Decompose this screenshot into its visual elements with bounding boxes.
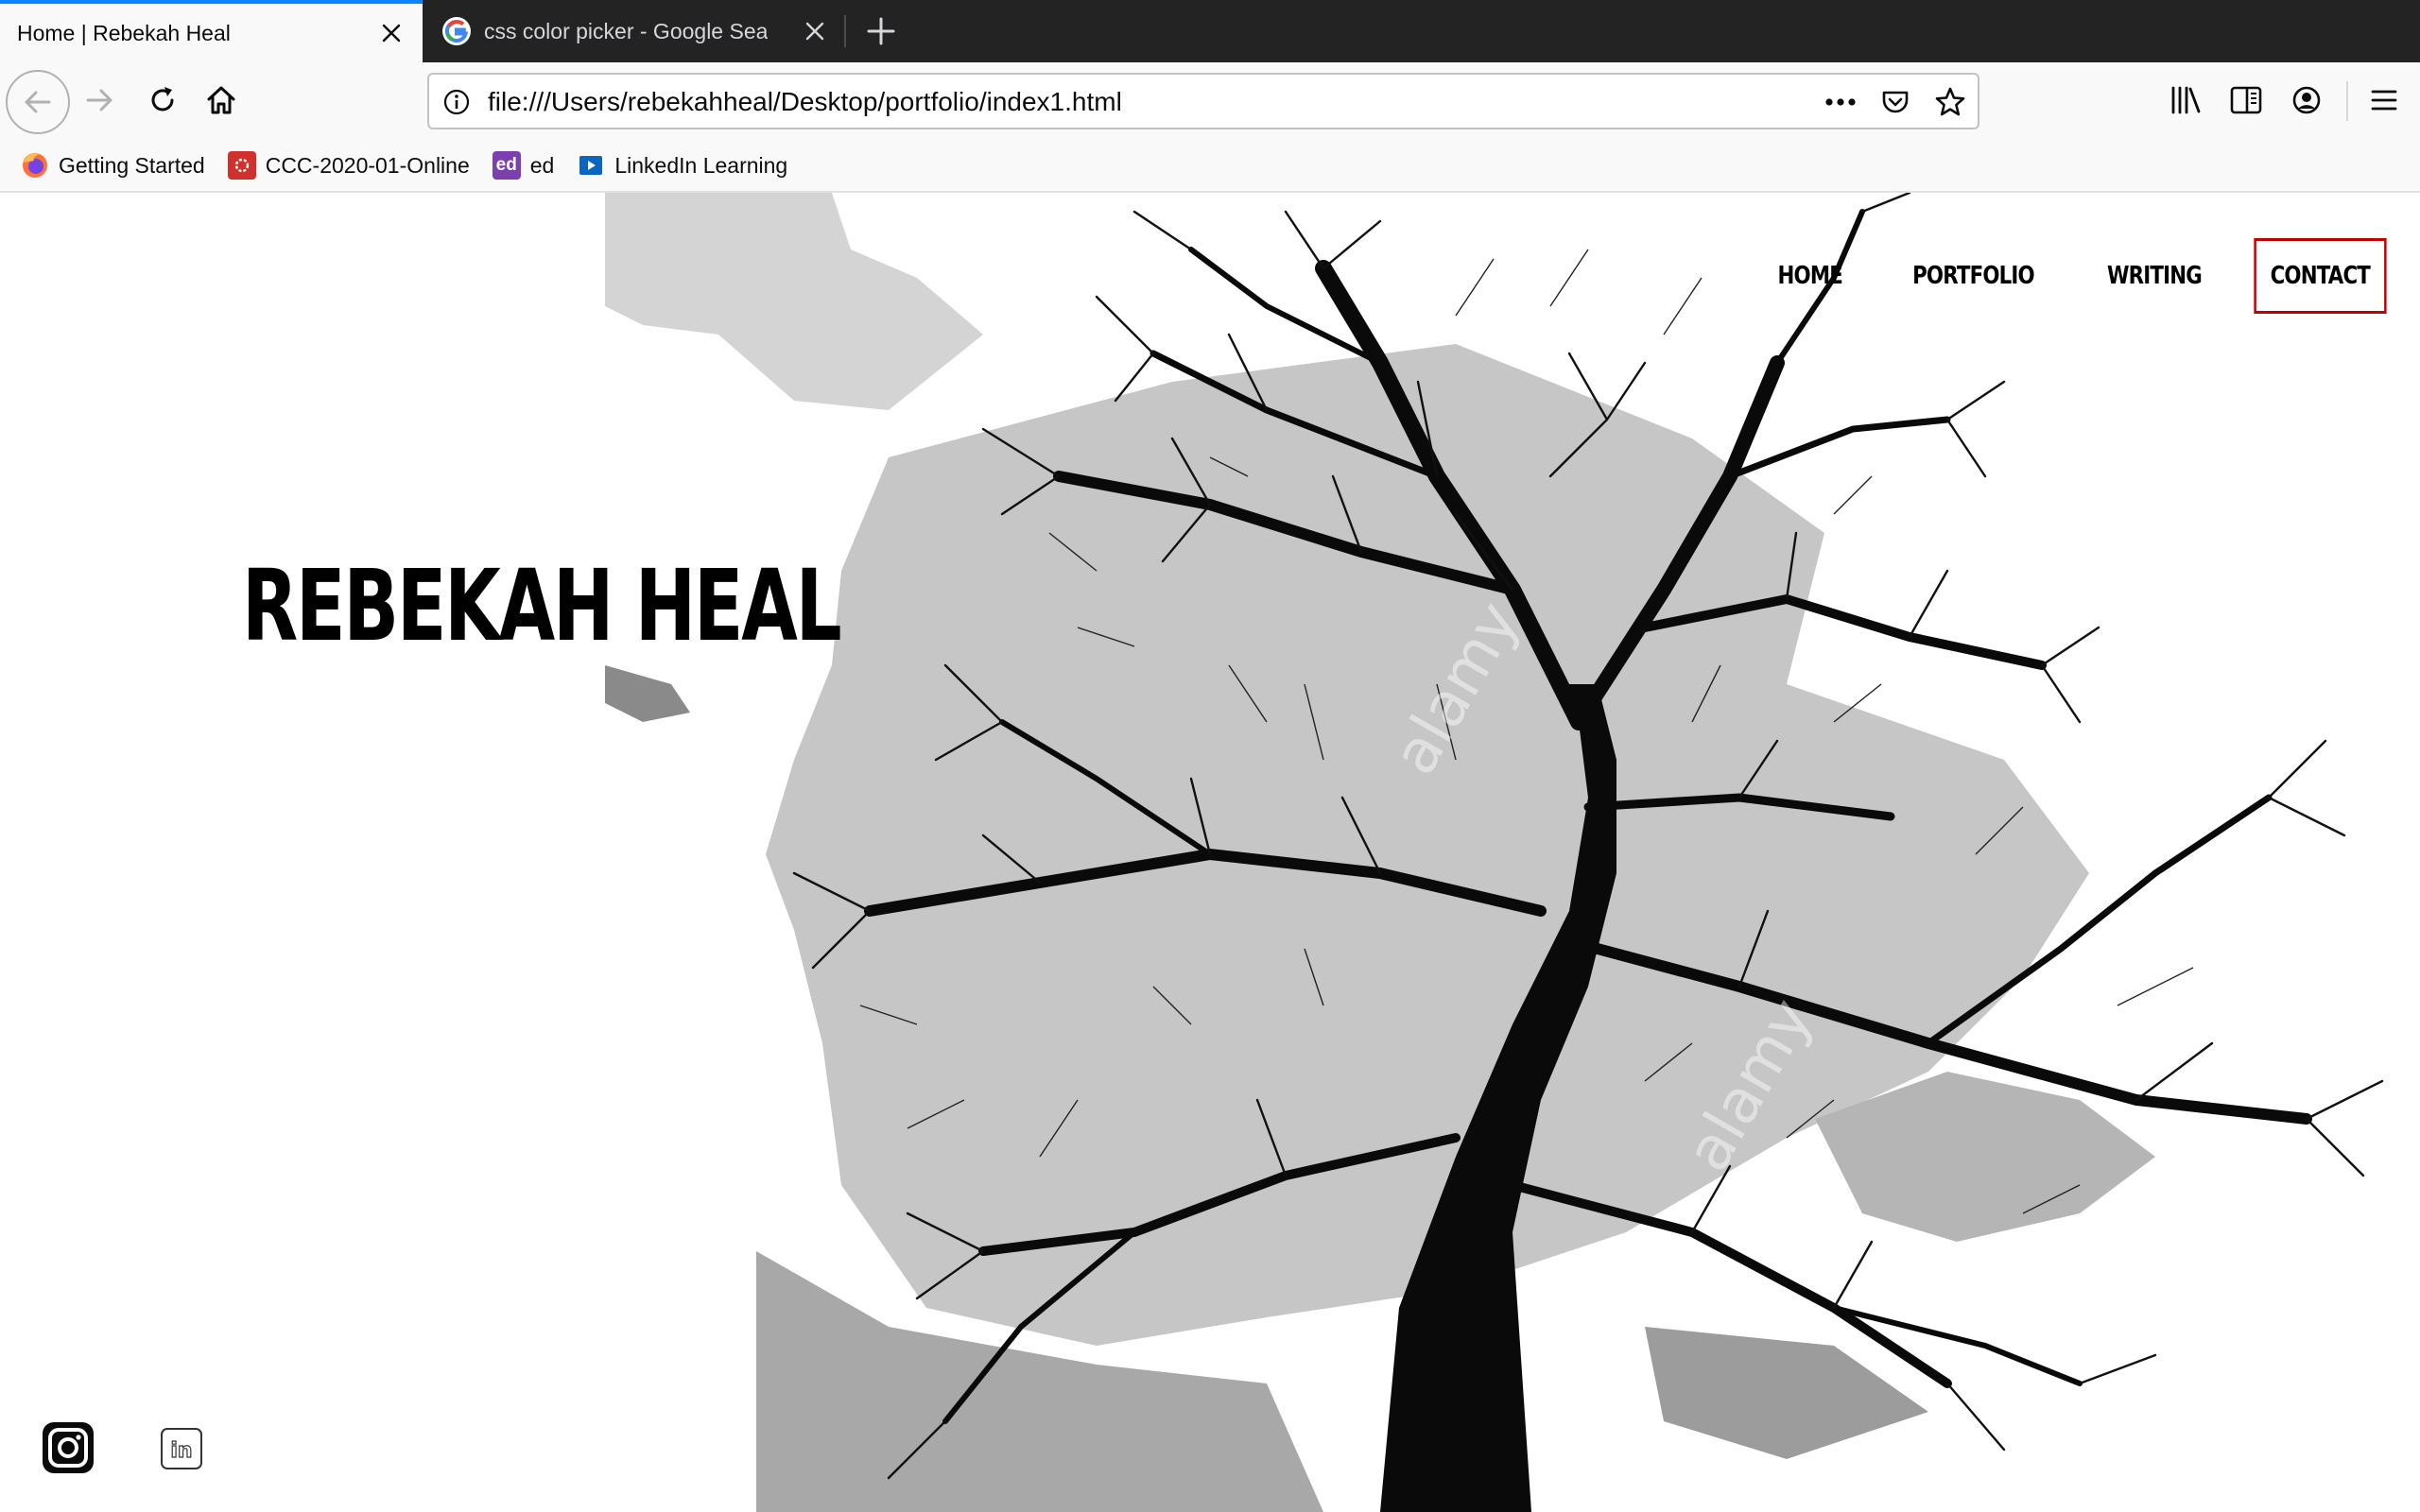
- bookmark-label: CCC-2020-01-Online: [265, 152, 470, 178]
- home-button[interactable]: [200, 79, 242, 121]
- site-title: REBEKAH HEAL: [242, 548, 842, 663]
- plus-icon: [867, 17, 895, 45]
- tree-background-image: alamy alamy: [605, 193, 2384, 1512]
- close-icon[interactable]: [801, 17, 829, 45]
- reload-icon: [151, 87, 174, 112]
- more-actions-icon[interactable]: [1823, 84, 1858, 120]
- back-button[interactable]: [6, 70, 70, 134]
- linkedin-glyph: in: [170, 1439, 192, 1463]
- tab-strip: Home | Rebekah Heal css color picker - G…: [0, 0, 2420, 62]
- arrow-right-icon: [86, 89, 112, 112]
- toolbar-separator: [2346, 81, 2348, 121]
- home-icon: [207, 86, 235, 114]
- forward-button[interactable]: [79, 79, 121, 121]
- firefox-icon: [21, 151, 49, 180]
- navigation-toolbar: file:///Users/rebekahheal/Desktop/portfo…: [0, 62, 2420, 140]
- bookmark-getting-started[interactable]: Getting Started: [21, 146, 205, 184]
- tab-google-search[interactable]: css color picker - Google Search: [423, 0, 846, 62]
- bookmark-ed[interactable]: ed ed: [492, 146, 555, 184]
- google-icon: [441, 16, 472, 46]
- bookmarks-toolbar: Getting Started CCC-2020-01-Online ed ed…: [0, 140, 2420, 193]
- close-icon[interactable]: [377, 19, 406, 47]
- nav-writing[interactable]: WRITING: [2106, 241, 2202, 311]
- info-icon[interactable]: [442, 88, 471, 116]
- bookmark-label: ed: [529, 152, 555, 178]
- hamburger-menu-icon[interactable]: [2363, 79, 2405, 121]
- account-icon[interactable]: [2286, 79, 2327, 121]
- nav-home[interactable]: HOME: [1778, 241, 1843, 311]
- ed-icon: ed: [492, 151, 521, 180]
- bookmark-label: Getting Started: [59, 152, 205, 178]
- ccc-icon: [227, 151, 256, 180]
- linkedin-icon[interactable]: in: [159, 1426, 204, 1471]
- pocket-icon[interactable]: [1877, 84, 1913, 120]
- tab-home[interactable]: Home | Rebekah Heal: [0, 0, 423, 62]
- tab-title: Home | Rebekah Heal: [17, 20, 231, 45]
- url-bar[interactable]: file:///Users/rebekahheal/Desktop/portfo…: [427, 73, 1979, 129]
- nav-portfolio[interactable]: PORTFOLIO: [1912, 241, 2035, 311]
- library-icon[interactable]: [2165, 79, 2206, 121]
- bookmark-star-icon[interactable]: [1932, 84, 1968, 120]
- new-tab-button[interactable]: [863, 13, 899, 49]
- page-content: alamy alamy HOME PORTFOLIO WRITING CONTA…: [0, 193, 2420, 1512]
- bookmark-linkedin-learning[interactable]: LinkedIn Learning: [577, 146, 787, 184]
- arrow-left-icon: [25, 91, 51, 113]
- sidebar-icon[interactable]: [2225, 79, 2267, 121]
- bookmark-label: LinkedIn Learning: [614, 152, 788, 178]
- instagram-icon[interactable]: [40, 1419, 96, 1476]
- site-nav: HOME PORTFOLIO WRITING CONTACT: [1721, 238, 2401, 314]
- reload-button[interactable]: [142, 79, 183, 121]
- ed-icon-text: ed: [495, 155, 517, 175]
- nav-contact[interactable]: CONTACT: [2254, 238, 2387, 314]
- linkedin-learning-icon: [577, 151, 605, 180]
- bookmark-ccc[interactable]: CCC-2020-01-Online: [227, 146, 470, 184]
- url-text[interactable]: file:///Users/rebekahheal/Desktop/portfo…: [488, 87, 1122, 117]
- tab-title: css color picker - Google Search: [484, 18, 768, 43]
